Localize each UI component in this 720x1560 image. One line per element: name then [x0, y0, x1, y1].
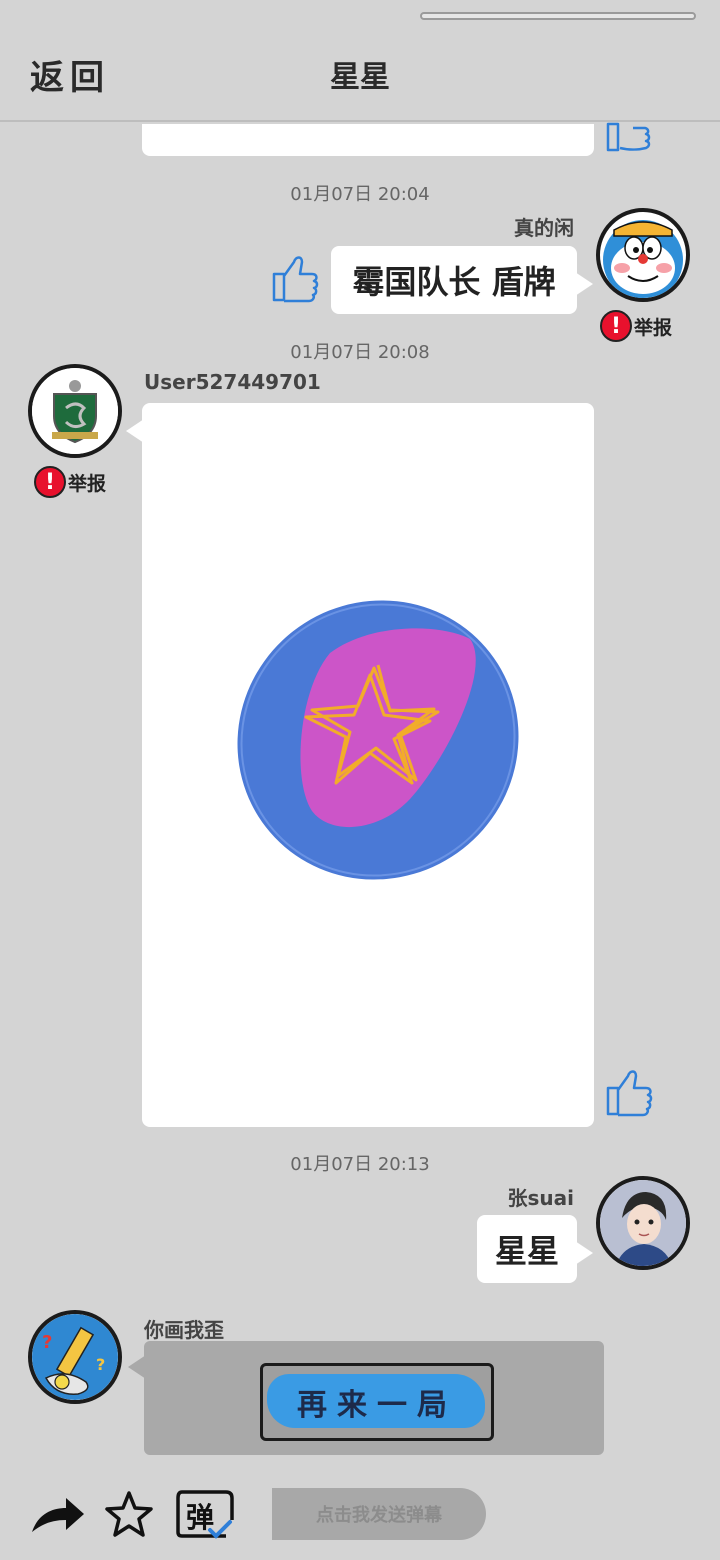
message-username: User527449701	[144, 370, 321, 394]
report-button[interactable]: ! 举报	[34, 466, 106, 498]
drawing-message-bubble[interactable]	[126, 403, 594, 1127]
page-title: 星星	[330, 60, 390, 95]
thumbs-up-icon[interactable]	[604, 118, 654, 154]
report-label: 举报	[634, 316, 673, 339]
svg-text:?: ?	[42, 1332, 52, 1353]
text-message-bubble[interactable]: 霉国队长 盾牌	[331, 246, 593, 314]
thumbs-up-icon[interactable]	[604, 1066, 654, 1118]
thumbs-up-icon[interactable]	[270, 252, 320, 304]
message-text: 星星	[494, 1232, 559, 1270]
danmu-icon-label: 弹	[186, 1501, 215, 1534]
avatar-pencil-game[interactable]: ? ?	[28, 1310, 122, 1404]
game-prompt-bubble: 再来一局	[128, 1341, 604, 1455]
danmu-input[interactable]: 点击我发送弹幕	[272, 1488, 486, 1540]
pencil-game-avatar-image: ? ?	[32, 1314, 118, 1400]
play-again-button[interactable]: 再来一局	[260, 1363, 494, 1441]
svg-text:?: ?	[96, 1355, 105, 1374]
message-timestamp: 01月07日 20:08	[290, 342, 430, 363]
message-timestamp: 01月07日 20:13	[290, 1154, 430, 1175]
cartoon-boy-avatar-image	[600, 1180, 686, 1266]
star-icon[interactable]	[104, 1490, 154, 1538]
message-text: 霉国队长 盾牌	[352, 263, 556, 301]
text-message-bubble[interactable]: 星星	[477, 1215, 593, 1283]
avatar-doraemon[interactable]	[596, 208, 690, 302]
play-again-label: 再来一局	[297, 1388, 457, 1423]
message-timestamp: 01月07日 20:04	[290, 184, 430, 205]
report-icon: !	[34, 466, 66, 498]
header-bar: 返回 星星	[0, 0, 720, 122]
previous-drawing-bubble	[142, 124, 594, 156]
drawing-image	[237, 600, 519, 880]
doraemon-avatar-image	[603, 220, 683, 298]
avatar-slytherin-crest[interactable]	[28, 364, 122, 458]
share-icon[interactable]	[30, 1494, 86, 1536]
avatar-cartoon-boy[interactable]	[596, 1176, 690, 1270]
status-pill	[420, 12, 696, 20]
report-label: 举报	[68, 472, 107, 495]
message-username: 张suai	[507, 1186, 575, 1210]
danmu-icon[interactable]: 弹	[176, 1488, 236, 1540]
slytherin-crest-image	[32, 368, 118, 454]
message-username: 你画我歪	[144, 1318, 224, 1342]
message-username: 真的闲	[514, 216, 574, 240]
